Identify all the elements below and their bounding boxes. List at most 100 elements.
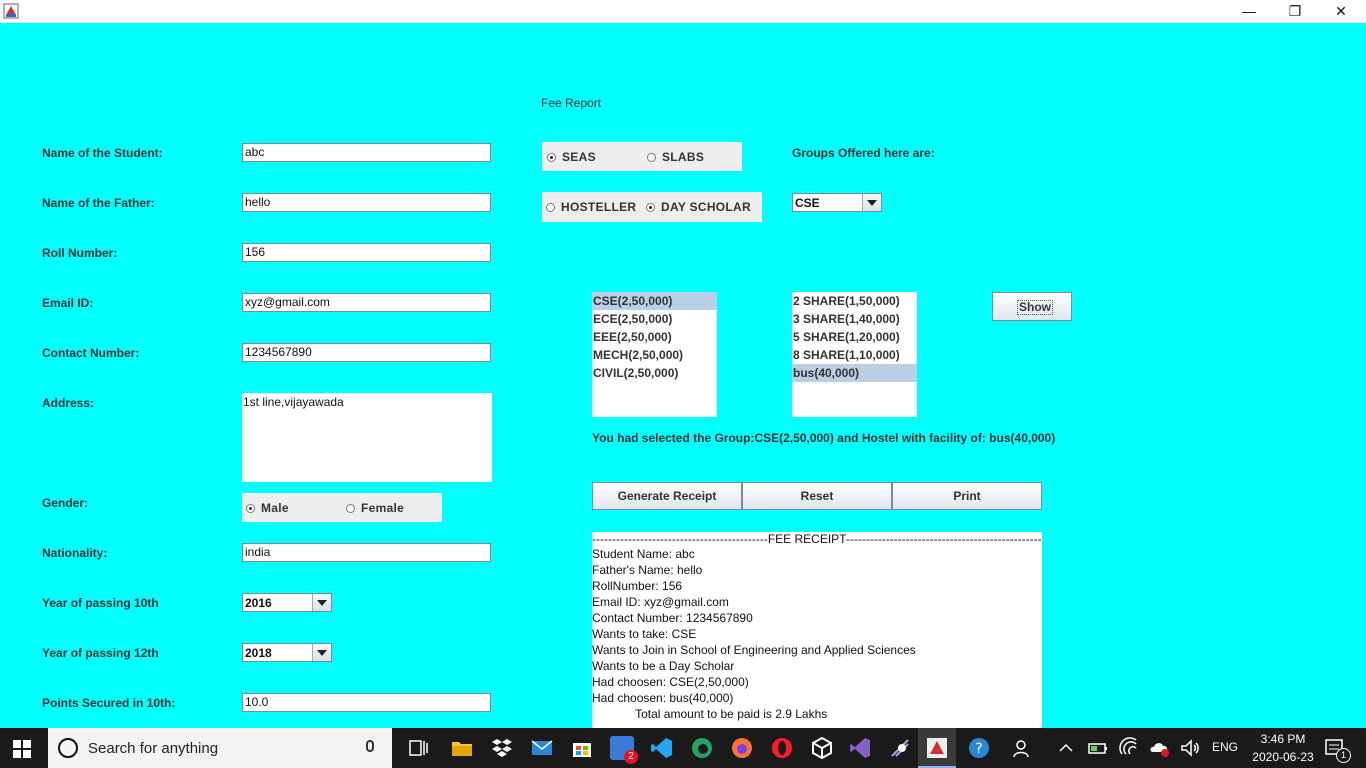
radio-selected-icon [547, 153, 556, 162]
list-item[interactable]: 8 SHARE(1,10,000) [792, 346, 917, 364]
vscode-icon[interactable] [650, 736, 674, 760]
clock-date: 2020-06-23 [1252, 750, 1314, 764]
address-label: Address: [42, 396, 95, 410]
battery-icon[interactable] [1086, 736, 1110, 760]
receipt-line: RollNumber: 156 [592, 579, 683, 593]
unity-icon[interactable] [810, 736, 834, 760]
chevron-down-icon[interactable] [312, 644, 331, 661]
seas-radio[interactable]: SEAS [547, 150, 596, 164]
email-field[interactable]: xyz@gmail.com [242, 293, 491, 312]
list-item[interactable]: 2 SHARE(1,50,000) [792, 292, 917, 310]
roll-number-field[interactable]: 156 [242, 243, 491, 262]
eclipse-icon[interactable] [888, 736, 912, 760]
windows-start-icon[interactable] [13, 740, 31, 758]
year12-value: 2018 [245, 646, 272, 660]
student-name-field[interactable]: abc [242, 143, 491, 162]
clock[interactable]: 3:46 PM 2020-06-23 [1250, 732, 1316, 764]
taskbar-search[interactable]: Search for anything [48, 728, 392, 768]
list-item[interactable]: CSE(2,50,000) [592, 292, 717, 310]
address-textarea[interactable]: 1st line,vijayawada [242, 393, 492, 482]
year12-combo[interactable]: 2018 [242, 643, 332, 662]
gender-male-radio[interactable]: Male [246, 501, 289, 515]
contact-field[interactable]: 1234567890 [242, 343, 491, 362]
year12-label: Year of passing 12th [42, 646, 159, 660]
chevron-down-icon[interactable] [312, 594, 331, 611]
group-combo-value: CSE [795, 196, 820, 210]
volume-icon[interactable] [1179, 736, 1203, 760]
fee-receipt-textarea[interactable]: ----------------------------------------… [592, 532, 1042, 728]
nationality-field[interactable]: india [242, 543, 491, 562]
mail-icon[interactable] [530, 736, 554, 760]
hostel-list[interactable]: 2 SHARE(1,50,000) 3 SHARE(1,40,000) 5 SH… [792, 292, 917, 417]
task-view-icon[interactable] [407, 736, 431, 760]
svg-text:?: ? [975, 741, 982, 757]
receipt-line: Father's Name: hello [592, 563, 703, 577]
roll-number-label: Roll Number: [42, 246, 118, 260]
receipt-line: Student Name: abc [592, 547, 695, 561]
list-item[interactable]: bus(40,000) [792, 364, 917, 382]
father-name-label: Name of the Father: [42, 196, 155, 210]
java-app-icon [927, 738, 947, 758]
taskbar: Search for anything 2 ? ENG 3:46 PM 2020… [0, 728, 1366, 768]
store-icon[interactable] [570, 736, 594, 760]
close-button[interactable]: ✕ [1318, 0, 1364, 23]
firefox-icon[interactable] [730, 736, 754, 760]
groups-list[interactable]: CSE(2,50,000) ECE(2,50,000) EEE(2,50,000… [592, 292, 717, 417]
outlook-icon[interactable]: 2 [610, 736, 638, 764]
opera-icon[interactable] [770, 736, 794, 760]
nationality-label: Nationality: [42, 546, 108, 560]
list-item[interactable]: ECE(2,50,000) [592, 310, 717, 328]
receipt-total-line: Total amount to be paid is 2.9 Lakhs [592, 707, 828, 721]
edge-icon[interactable] [690, 736, 714, 760]
restore-button[interactable]: ❐ [1272, 0, 1318, 23]
chevron-down-icon[interactable] [862, 194, 881, 211]
slabs-radio[interactable]: SLABS [647, 150, 704, 164]
visual-studio-icon[interactable] [848, 736, 872, 760]
window-title-bar: — ❐ ✕ [0, 0, 1366, 23]
gender-female-label: Female [361, 501, 405, 515]
receipt-line: Contact Number: 1234567890 [592, 611, 753, 625]
receipt-line: Wants to take: CSE [592, 627, 697, 641]
people-icon[interactable] [1011, 736, 1035, 760]
group-combo[interactable]: CSE [792, 193, 882, 212]
list-item[interactable]: EEE(2,50,000) [592, 328, 717, 346]
microphone-icon[interactable] [366, 740, 374, 752]
java-app-taskbar-button[interactable] [918, 728, 956, 768]
wifi-icon[interactable] [1118, 736, 1142, 760]
onedrive-error-icon[interactable] [1148, 736, 1172, 760]
reset-button[interactable]: Reset [742, 482, 892, 510]
list-item[interactable]: 5 SHARE(1,20,000) [792, 328, 917, 346]
list-item[interactable]: 3 SHARE(1,40,000) [792, 310, 917, 328]
father-name-field[interactable]: hello [242, 193, 491, 212]
student-name-label: Name of the Student: [42, 146, 163, 160]
file-explorer-icon[interactable] [450, 736, 474, 760]
gender-radio-group: Male Female [242, 493, 442, 522]
help-icon[interactable]: ? [967, 736, 991, 760]
generate-receipt-button[interactable]: Generate Receipt [592, 482, 742, 510]
list-item[interactable]: CIVIL(2,50,000) [592, 364, 717, 382]
radio-unselected-icon [346, 504, 355, 513]
day-scholar-radio[interactable]: DAY SCHOLAR [646, 200, 751, 214]
list-item[interactable]: MECH(2,50,000) [592, 346, 717, 364]
clock-time: 3:46 PM [1260, 732, 1306, 746]
language-indicator[interactable]: ENG [1212, 740, 1238, 754]
dropbox-icon[interactable] [490, 736, 514, 760]
receipt-line: Wants to be a Day Scholar [592, 659, 735, 673]
receipt-header: ----------------------------------------… [592, 532, 1042, 546]
chevron-up-icon[interactable] [1054, 736, 1078, 760]
minimize-button[interactable]: — [1226, 0, 1272, 23]
gender-label: Gender: [42, 496, 89, 510]
groups-offered-label: Groups Offered here are: [792, 146, 935, 160]
hosteller-radio[interactable]: HOSTELLER [546, 200, 636, 214]
gender-female-radio[interactable]: Female [346, 501, 404, 515]
show-button[interactable]: Show [992, 292, 1072, 321]
points10-field[interactable]: 10.0 [242, 693, 491, 712]
seas-label: SEAS [562, 150, 596, 164]
print-button[interactable]: Print [892, 482, 1042, 510]
year10-combo[interactable]: 2016 [242, 593, 332, 612]
mail-badge: 2 [624, 750, 638, 764]
receipt-line: Email ID: xyz@gmail.com [592, 595, 729, 609]
gender-male-label: Male [261, 501, 289, 515]
points10-label: Points Secured in 10th: [42, 696, 176, 710]
year10-value: 2016 [245, 596, 272, 610]
